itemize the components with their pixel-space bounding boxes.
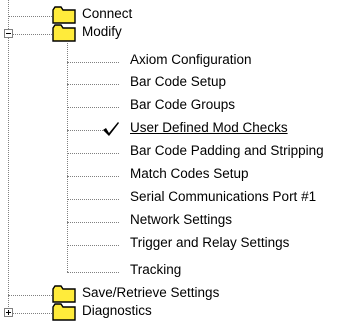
tree-root-line [8, 0, 9, 313]
tree-connector [8, 295, 52, 296]
tree-item-trigger-and-relay-settings[interactable]: Trigger and Relay Settings [130, 235, 289, 251]
tree-connector [67, 62, 119, 63]
tree-item-tracking[interactable]: Tracking [130, 262, 181, 278]
tree-item-serial-communications-port-1[interactable]: Serial Communications Port #1 [130, 189, 316, 205]
tree-item-connect[interactable]: Connect [82, 6, 132, 22]
collapse-toggle-modify[interactable] [4, 29, 13, 38]
tree-connector [67, 153, 119, 154]
tree-item-bar-code-groups[interactable]: Bar Code Groups [130, 97, 235, 113]
tree-item-user-defined-mod-checks[interactable]: User Defined Mod Checks [130, 120, 288, 136]
tree-item-axiom-configuration[interactable]: Axiom Configuration [130, 52, 252, 68]
tree-connector [67, 130, 103, 131]
tree-connector [67, 222, 119, 223]
tree-connector [67, 107, 119, 108]
expand-toggle-diagnostics[interactable] [4, 308, 13, 317]
folder-open-icon[interactable] [52, 24, 76, 42]
tree-branch-line-modify [67, 43, 68, 272]
tree-connector [67, 272, 119, 273]
tree-item-bar-code-padding-and-stripping[interactable]: Bar Code Padding and Stripping [130, 143, 324, 159]
tree-item-save-retrieve-settings[interactable]: Save/Retrieve Settings [82, 285, 219, 301]
tree-connector [67, 199, 119, 200]
tree-connector [8, 16, 52, 17]
tree-item-modify[interactable]: Modify [82, 24, 122, 40]
navigation-tree: Connect Modify Axiom Configuration Bar C… [0, 0, 354, 330]
tree-item-network-settings[interactable]: Network Settings [130, 212, 232, 228]
tree-connector [67, 176, 119, 177]
tree-connector [67, 84, 119, 85]
tree-connector [13, 313, 52, 314]
tree-connector [13, 34, 52, 35]
folder-icon[interactable] [52, 6, 76, 24]
checkmark-icon [103, 122, 119, 136]
folder-icon[interactable] [52, 285, 76, 303]
tree-item-bar-code-setup[interactable]: Bar Code Setup [130, 74, 226, 90]
tree-item-diagnostics[interactable]: Diagnostics [82, 303, 152, 319]
tree-item-match-codes-setup[interactable]: Match Codes Setup [130, 166, 249, 182]
folder-icon[interactable] [52, 303, 76, 321]
tree-connector [67, 245, 119, 246]
